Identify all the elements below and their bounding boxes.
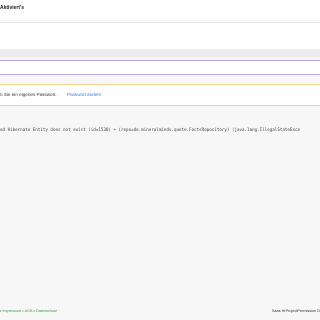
- footer-links: • Impressum • AGB • Datenschutz: [0, 309, 57, 313]
- top-bar: Aktiviert's: [0, 0, 320, 20]
- error-message: ed Hibernate Entity does not exist (id=1…: [0, 127, 301, 132]
- footer-right-text: Saas HrProjectPermission D: [271, 309, 320, 313]
- footer-separator: •: [33, 309, 35, 313]
- notice-message: n Sie ein eigenes Passwort.: [0, 92, 57, 97]
- footer-link-agb[interactable]: AGB: [24, 309, 32, 313]
- divider-strip: [0, 49, 320, 57]
- footer: • Impressum • AGB • Datenschutz Saas HrP…: [0, 308, 320, 316]
- search-box[interactable]: [0, 60, 320, 75]
- page-title: Aktiviert's: [0, 5, 24, 11]
- footer-link-impressum[interactable]: Impressum: [2, 309, 21, 313]
- change-password-link[interactable]: Passwort ändern: [67, 92, 101, 97]
- footer-link-datenschutz[interactable]: Datenschutz: [36, 309, 57, 313]
- password-notice: n Sie ein eigenes Passwort. Passwort änd…: [0, 84, 320, 106]
- toolbar-panel: [0, 22, 320, 50]
